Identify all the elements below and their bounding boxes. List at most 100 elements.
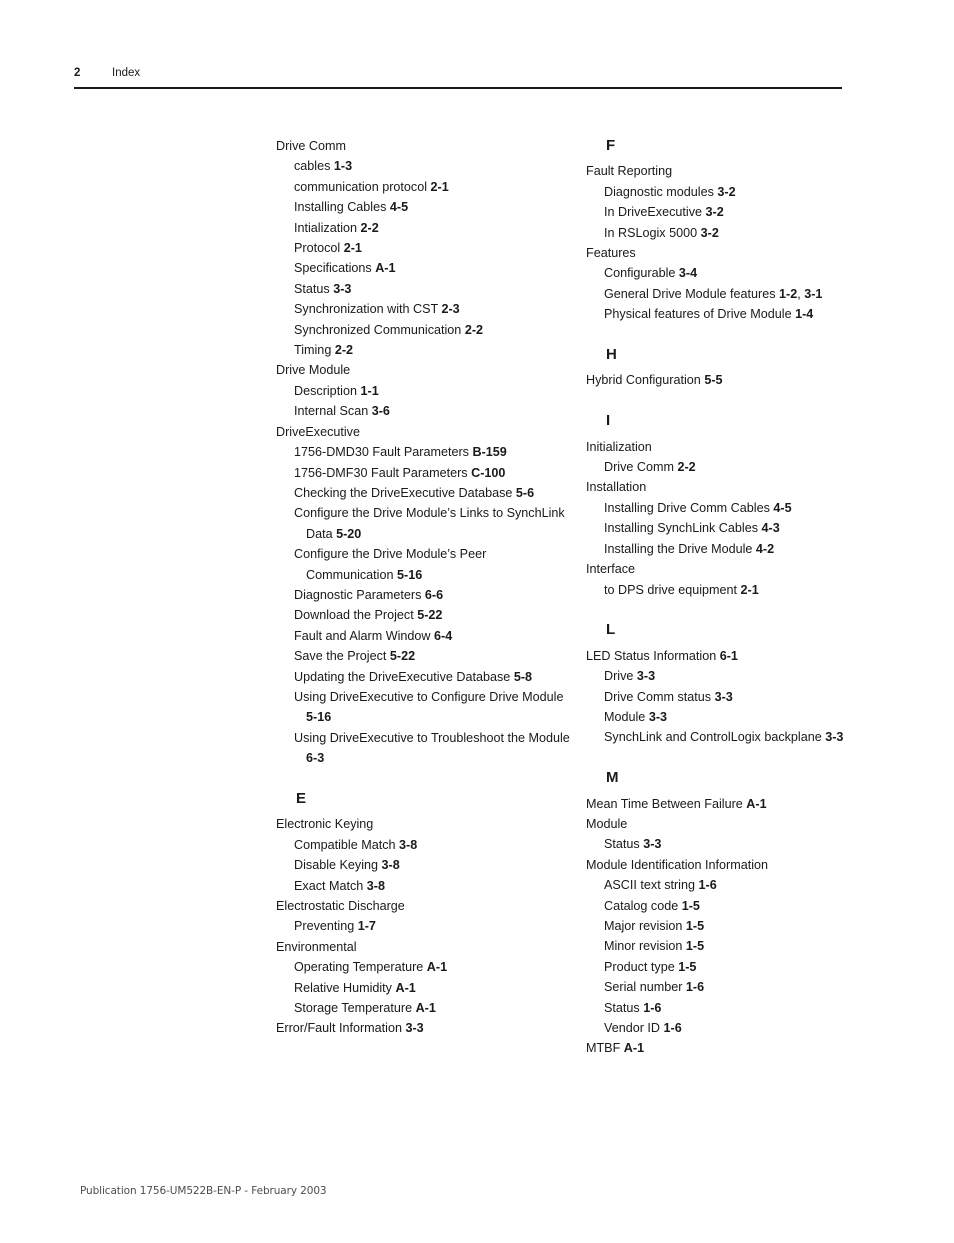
index-entry-label: communication protocol <box>294 179 427 194</box>
index-entry: Features <box>586 243 886 263</box>
index-entry-label: Description <box>294 383 357 398</box>
index-subentry: Specifications A-1 <box>294 258 576 278</box>
page-reference: 3-8 <box>399 837 418 852</box>
letter-section-spacer <box>586 391 886 411</box>
page-reference: 3-3 <box>333 281 352 296</box>
index-entry-label: Specifications <box>294 261 372 276</box>
index-entry-label: General Drive Module features <box>604 286 776 301</box>
index-subentry: Configurable 3-4 <box>604 263 886 283</box>
letter-heading-h: H <box>606 346 618 364</box>
index-entry-label: Mean Time Between Failure <box>586 796 743 811</box>
letter-section-spacer <box>276 769 576 789</box>
index-entry: Initialization <box>586 437 886 457</box>
index-subentry: Drive 3-3 <box>604 666 886 686</box>
index-entry-label: Installing the Drive Module <box>604 541 753 556</box>
page-reference: A-1 <box>426 960 448 975</box>
header-divider <box>74 87 842 90</box>
index-entry-label: Installing Cables <box>294 200 387 215</box>
page-reference: 3-8 <box>366 878 385 893</box>
index-entry-label: SynchLink and ControlLogix backplane <box>604 730 822 745</box>
index-entry-label: Disable Keying <box>294 858 379 873</box>
index-entry-label: Drive Comm <box>604 460 674 475</box>
page-reference: 3-2 <box>717 184 736 199</box>
page-reference: 4-5 <box>773 500 792 515</box>
index-entry-label: Drive Comm status <box>604 689 712 704</box>
index-entry-label: Exact Match <box>294 878 364 893</box>
page-reference: A-1 <box>395 980 416 995</box>
index-column-right: F Fault Reporting Diagnostic modules 3-2 In… <box>586 136 886 1059</box>
index-entry-label: Status <box>604 1000 640 1015</box>
page-reference: 3-3 <box>648 709 668 724</box>
index-entry-label: Module <box>604 709 646 724</box>
index-subentry: Status 3-3 <box>604 834 886 854</box>
page-reference: 3-3 <box>405 1021 424 1036</box>
page-reference: 1-6 <box>685 980 705 995</box>
index-entry: Drive Module <box>276 360 576 380</box>
publication-footer: Publication 1756-UM522B-EN-P - February … <box>80 1185 327 1197</box>
page-reference: 5-6 <box>515 485 535 500</box>
index-entry-label: Diagnostic modules <box>604 184 714 199</box>
index-subentry: 1756-DMF30 Fault Parameters C-100 <box>294 463 576 483</box>
index-entry: Environmental <box>276 937 576 957</box>
page-reference: 1-4 <box>795 307 814 322</box>
index-entry-label: Drive Comm <box>276 139 346 153</box>
index-entry-label: Using DriveExecutive to Configure Drive … <box>294 689 564 704</box>
index-subentry: Save the Project 5-22 <box>294 646 576 666</box>
index-entry-label: Product type <box>604 959 675 974</box>
index-entry-label: Catalog code <box>604 898 679 913</box>
page-reference: 2-3 <box>441 302 460 317</box>
index-subentry: Description 1-1 <box>294 381 576 401</box>
index-subentry: Catalog code 1-5 <box>604 896 886 916</box>
index-subentry: Status 3-3 <box>294 279 576 299</box>
index-subentry: Physical features of Drive Module 1-4 <box>604 304 886 324</box>
page-reference: 1-2 <box>779 286 798 301</box>
index-subentry: Drive Comm status 3-3 <box>604 687 886 707</box>
index-entry: Interface <box>586 559 886 579</box>
index-subentry: Using DriveExecutive to Configure Drive … <box>294 687 576 728</box>
page-reference: 1-3 <box>333 159 353 174</box>
index-entry-label: Module Identification Information <box>586 857 769 872</box>
letter-heading-l: L <box>606 621 616 639</box>
index-entry-label: Diagnostic Parameters <box>294 587 422 602</box>
page-reference: 3-3 <box>643 837 662 852</box>
index-column-left: Drive Comm cables 1-3 communication protoc… <box>276 136 576 1039</box>
index-subentry: Module 3-3 <box>604 707 886 727</box>
page-reference: 3-3 <box>636 669 656 684</box>
index-entry-label: Electronic Keying <box>276 817 374 832</box>
page-reference: 1-5 <box>681 898 700 913</box>
index-subentry: 1756-DMD30 Fault Parameters B-159 <box>294 442 576 462</box>
page-reference: 1-7 <box>357 919 376 934</box>
index-subentry: Exact Match 3-8 <box>294 876 576 896</box>
page-reference: B-159 <box>472 445 507 460</box>
index-subentry: Storage Temperature A-1 <box>294 998 576 1018</box>
index-subentry: Timing 2-2 <box>294 340 576 360</box>
index-entry: Electrostatic Discharge <box>276 896 576 916</box>
index-entry-label: cables <box>294 159 331 174</box>
index-entry: Drive Comm <box>276 136 576 156</box>
page-reference: 2-2 <box>677 460 696 475</box>
index-entry-label: Configurable <box>604 266 676 281</box>
page-reference: 2-1 <box>740 582 759 597</box>
page-reference: 2-1 <box>430 179 449 194</box>
letter-section-spacer <box>586 600 886 620</box>
index-entry-label: Preventing <box>294 919 355 934</box>
page-reference: 2-1 <box>343 241 362 256</box>
index-subentry: Intialization 2-2 <box>294 218 576 238</box>
index-subentry: Installing the Drive Module 4-2 <box>604 539 886 559</box>
index-subentry: Installing Drive Comm Cables 4-5 <box>604 498 886 518</box>
page-reference: 6-3 <box>306 751 325 766</box>
page-reference: 2-2 <box>334 343 354 358</box>
index-subentry: SynchLink and ControlLogix backplane 3-3 <box>604 727 886 747</box>
index-entry-label: Minor revision <box>604 939 683 954</box>
page-reference: 5-16 <box>306 710 332 725</box>
index-subentry: Installing SynchLink Cables 4-3 <box>604 518 886 538</box>
index-entry-label: Status <box>294 281 330 296</box>
index-entry: Fault Reporting <box>586 161 886 181</box>
index-entry-label: Error/Fault Information <box>276 1021 402 1036</box>
page-title: Index <box>112 67 141 79</box>
index-subentry: Relative Humidity A-1 <box>294 978 576 998</box>
index-entry-label: Serial number <box>604 980 683 995</box>
page-reference: 1-5 <box>685 918 705 933</box>
index-entry-label: DriveExecutive <box>276 424 360 439</box>
index-entry-label: Save the Project <box>294 649 387 664</box>
